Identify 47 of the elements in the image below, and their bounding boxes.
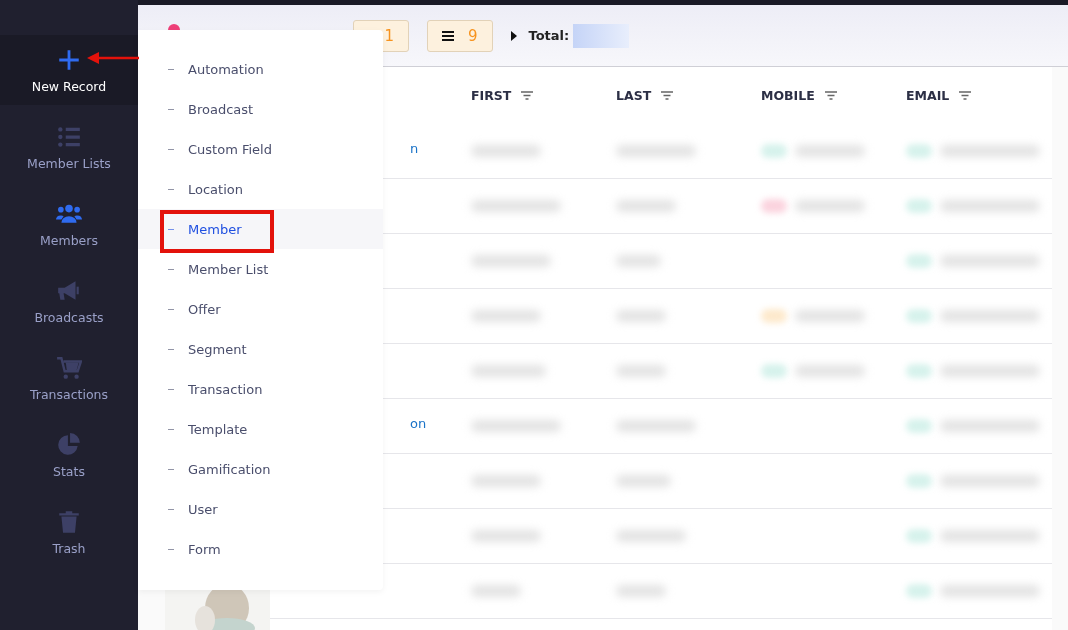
redacted-tag <box>906 419 932 433</box>
menu-item[interactable]: Automation <box>138 49 383 89</box>
menu-item[interactable]: Form <box>138 529 383 569</box>
column-header[interactable]: FIRST <box>471 88 512 103</box>
menu-item[interactable]: Segment <box>138 329 383 369</box>
column-header[interactable]: MOBILE <box>761 88 815 103</box>
total-label: Total: <box>528 28 570 43</box>
caret-icon[interactable] <box>510 30 517 41</box>
redacted-tag <box>906 584 932 598</box>
menu-item[interactable]: Transaction <box>138 369 383 409</box>
redacted-tag <box>906 364 932 378</box>
cart-icon <box>56 354 82 381</box>
column-header[interactable]: LAST <box>616 88 652 103</box>
menu-item[interactable]: Broadcast <box>138 89 383 129</box>
redacted-tag <box>906 199 932 213</box>
column-header[interactable]: EMAIL <box>906 88 950 103</box>
menu-item[interactable]: Member <box>138 209 383 249</box>
sidebar-item[interactable]: Broadcasts <box>0 266 138 336</box>
sidebar-item[interactable]: Stats <box>0 420 138 490</box>
menu-item[interactable]: Offer <box>138 289 383 329</box>
pie-chart-icon <box>56 431 82 458</box>
menu-item[interactable]: Custom Field <box>138 129 383 169</box>
menu-item[interactable]: User <box>138 489 383 529</box>
sidebar-item[interactable]: New Record <box>0 35 138 105</box>
menu-item[interactable]: Gamification <box>138 449 383 489</box>
filter-icon[interactable] <box>959 91 972 100</box>
menu-item[interactable]: Location <box>138 169 383 209</box>
filter-icon[interactable] <box>824 91 837 100</box>
sidebar-item[interactable]: Trash <box>0 497 138 567</box>
redacted-tag <box>906 144 932 158</box>
redacted-tag <box>906 254 932 268</box>
redacted-tag <box>906 529 932 543</box>
table-cell[interactable]: on <box>410 416 427 431</box>
menu-icon <box>442 30 454 41</box>
redacted-value <box>573 23 630 48</box>
filter-icon[interactable] <box>661 91 674 100</box>
redacted-tag <box>906 474 932 488</box>
trash-icon <box>56 508 82 535</box>
sidebar-item[interactable]: Members <box>0 189 138 259</box>
filter-icon[interactable] <box>521 91 534 100</box>
sidebar-item[interactable]: Member Lists <box>0 112 138 182</box>
menu-item[interactable]: Member List <box>138 249 383 289</box>
annotation-arrow <box>87 51 139 65</box>
menu-item[interactable]: Template <box>138 409 383 449</box>
redacted-tag <box>906 309 932 323</box>
sidebar-item[interactable]: Transactions <box>0 343 138 413</box>
table-cell[interactable]: n <box>410 141 419 156</box>
